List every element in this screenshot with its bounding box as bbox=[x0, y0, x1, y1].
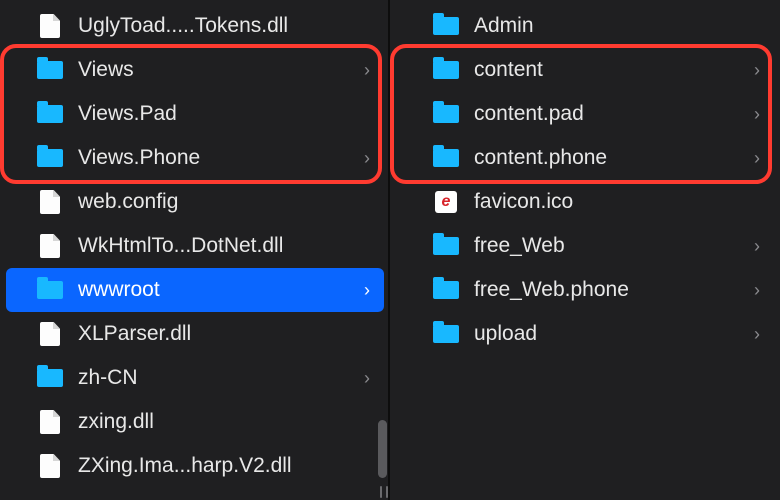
scrollbar-thumb[interactable] bbox=[378, 420, 387, 478]
folder-icon bbox=[36, 279, 64, 301]
column-divider[interactable] bbox=[388, 0, 390, 500]
item-label: XLParser.dll bbox=[78, 322, 370, 346]
item-label: Views bbox=[78, 58, 356, 82]
chevron-right-icon: › bbox=[754, 60, 760, 81]
chevron-right-icon: › bbox=[364, 148, 370, 169]
item-label: content.pad bbox=[474, 102, 746, 126]
folder-icon bbox=[36, 147, 64, 169]
right-column: Admin content › content.pad › content.phone › e… bbox=[390, 0, 780, 500]
list-item[interactable]: free_Web.phone › bbox=[396, 268, 774, 312]
chevron-right-icon: › bbox=[364, 60, 370, 81]
item-label: UglyToad.....Tokens.dll bbox=[78, 14, 370, 38]
item-label: Views.Pad bbox=[78, 102, 370, 126]
folder-icon bbox=[36, 103, 64, 125]
list-item[interactable]: content.phone › bbox=[396, 136, 774, 180]
chevron-right-icon: › bbox=[364, 368, 370, 389]
item-label: Views.Phone bbox=[78, 146, 356, 170]
list-item[interactable]: XLParser.dll bbox=[6, 312, 384, 356]
list-item[interactable]: zh-CN › bbox=[6, 356, 384, 400]
chevron-right-icon: › bbox=[754, 236, 760, 257]
item-label: free_Web.phone bbox=[474, 278, 746, 302]
list-item[interactable]: content.pad › bbox=[396, 92, 774, 136]
item-label: zxing.dll bbox=[78, 410, 370, 434]
item-label: zh-CN bbox=[78, 366, 356, 390]
chevron-right-icon: › bbox=[754, 148, 760, 169]
list-item[interactable]: Views.Pad bbox=[6, 92, 384, 136]
list-item[interactable]: UglyToad.....Tokens.dll bbox=[6, 4, 384, 48]
folder-icon bbox=[432, 103, 460, 125]
file-icon bbox=[36, 15, 64, 37]
list-item[interactable]: ZXing.Ima...harp.V2.dll bbox=[6, 444, 384, 488]
list-item[interactable]: Admin bbox=[396, 4, 774, 48]
list-item[interactable]: wwwroot › bbox=[6, 268, 384, 312]
item-label: web.config bbox=[78, 190, 370, 214]
chevron-right-icon: › bbox=[754, 280, 760, 301]
list-item[interactable]: Views › bbox=[6, 48, 384, 92]
folder-icon bbox=[432, 279, 460, 301]
list-item[interactable]: web.config bbox=[6, 180, 384, 224]
folder-icon bbox=[432, 59, 460, 81]
list-item[interactable]: WkHtmlTo...DotNet.dll bbox=[6, 224, 384, 268]
left-column: UglyToad.....Tokens.dll Views › Views.Pad Vi… bbox=[0, 0, 390, 500]
file-icon bbox=[36, 191, 64, 213]
folder-icon bbox=[36, 367, 64, 389]
item-label: wwwroot bbox=[78, 278, 356, 302]
list-item[interactable]: upload › bbox=[396, 312, 774, 356]
list-item[interactable]: e favicon.ico bbox=[396, 180, 774, 224]
file-icon bbox=[36, 455, 64, 477]
item-label: free_Web bbox=[474, 234, 746, 258]
column-resize-handle[interactable] bbox=[380, 486, 388, 498]
list-item[interactable]: zxing.dll bbox=[6, 400, 384, 444]
item-label: ZXing.Ima...harp.V2.dll bbox=[78, 454, 370, 478]
item-label: favicon.ico bbox=[474, 190, 760, 214]
file-icon bbox=[36, 235, 64, 257]
folder-icon bbox=[432, 15, 460, 37]
list-item[interactable]: content › bbox=[396, 48, 774, 92]
item-label: WkHtmlTo...DotNet.dll bbox=[78, 234, 370, 258]
file-icon bbox=[36, 411, 64, 433]
list-item[interactable]: Views.Phone › bbox=[6, 136, 384, 180]
item-label: Admin bbox=[474, 14, 760, 38]
chevron-right-icon: › bbox=[364, 280, 370, 301]
item-label: content.phone bbox=[474, 146, 746, 170]
file-icon bbox=[36, 323, 64, 345]
file-browser: UglyToad.....Tokens.dll Views › Views.Pad Vi… bbox=[0, 0, 780, 500]
folder-icon bbox=[432, 323, 460, 345]
item-label: content bbox=[474, 58, 746, 82]
folder-icon bbox=[432, 147, 460, 169]
folder-icon bbox=[432, 235, 460, 257]
chevron-right-icon: › bbox=[754, 104, 760, 125]
folder-icon bbox=[36, 59, 64, 81]
favicon-icon: e bbox=[432, 191, 460, 213]
item-label: upload bbox=[474, 322, 746, 346]
chevron-right-icon: › bbox=[754, 324, 760, 345]
list-item[interactable]: free_Web › bbox=[396, 224, 774, 268]
